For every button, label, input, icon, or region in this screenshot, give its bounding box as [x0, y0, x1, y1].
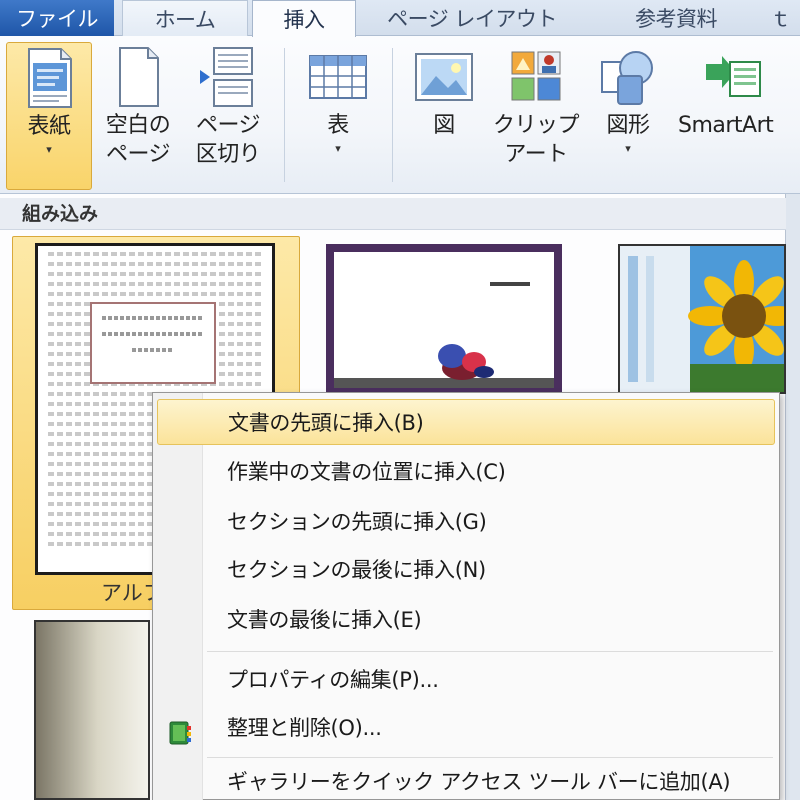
tab-page-layout[interactable]: ページ レイアウト: [356, 0, 588, 36]
shapes-icon: [596, 44, 660, 110]
table-button[interactable]: 表 ▾: [298, 42, 378, 190]
blank-page-icon: [106, 44, 170, 110]
picture-icon: [412, 44, 476, 110]
table-icon: [306, 44, 370, 110]
chevron-down-icon: ▾: [335, 142, 341, 155]
chevron-down-icon: ▾: [46, 143, 52, 156]
ribbon-tab-strip: ファイル ホーム 挿入 ページ レイアウト 参考資料 ｔ: [0, 0, 800, 37]
menu-item-organize-delete[interactable]: 整理と削除(O)...: [157, 705, 775, 751]
smartart-label: SmartArt: [678, 113, 774, 138]
text-line: [48, 282, 262, 286]
shapes-button[interactable]: 図形 ▾: [588, 42, 668, 190]
ribbon-separator: [284, 48, 285, 182]
context-menu: 文書の先頭に挿入(B) 作業中の文書の位置に挿入(C) セクションの先頭に挿入(…: [152, 392, 780, 800]
menu-item-insert-at-section-end[interactable]: セクションの最後に挿入(N): [157, 547, 775, 593]
menu-item-insert-at-end[interactable]: 文書の最後に挿入(E): [157, 597, 775, 643]
page-break-button[interactable]: ページ 区切り: [186, 42, 270, 190]
menu-separator: [207, 757, 773, 758]
title-box: [90, 302, 216, 384]
menu-item-label: ギャラリーをクイック アクセス ツール バーに追加(A): [227, 770, 731, 794]
gallery-item-motion[interactable]: [326, 244, 562, 396]
menu-item-insert-at-section-beginning[interactable]: セクションの先頭に挿入(G): [157, 499, 775, 545]
menu-item-add-to-quick-access[interactable]: ギャラリーをクイック アクセス ツール バーに追加(A): [157, 759, 775, 800]
tab-file[interactable]: ファイル: [0, 0, 114, 36]
menu-item-label: セクションの先頭に挿入(G): [227, 510, 487, 534]
ribbon-insert: 表紙 ▾ 空白の ページ ページ 区切り 表 ▾ 図 クリップ アート 図形 ▾…: [0, 36, 800, 194]
menu-item-label: 文書の最後に挿入(E): [227, 608, 422, 632]
blank-page-button[interactable]: 空白の ページ: [98, 42, 178, 190]
tab-references[interactable]: 参考資料: [588, 0, 764, 36]
chevron-down-icon: ▾: [625, 142, 631, 155]
tab-home[interactable]: ホーム: [122, 0, 248, 36]
cover-page-label: 表紙: [27, 114, 71, 139]
text-line: [102, 316, 204, 320]
tab-mailings-partial[interactable]: ｔ: [770, 0, 800, 36]
clip-art-label-2: アート: [504, 142, 568, 167]
menu-separator: [207, 651, 773, 652]
clip-art-button[interactable]: クリップ アート: [493, 42, 580, 190]
text-line: [48, 292, 262, 296]
organizer-icon: [167, 716, 193, 745]
gallery-item-sunflower[interactable]: [618, 244, 786, 394]
clip-art-label-1: クリップ: [493, 113, 580, 138]
ribbon-separator: [392, 48, 393, 182]
text-line: [48, 272, 262, 276]
sunflower-icon: [620, 246, 784, 392]
menu-item-label: 文書の先頭に挿入(B): [228, 411, 424, 435]
cover-thumbnail-art: [334, 282, 554, 388]
table-label: 表: [327, 113, 349, 138]
gallery-item-gradient[interactable]: [34, 620, 150, 800]
cover-page-button[interactable]: 表紙 ▾: [6, 42, 92, 190]
menu-item-insert-at-beginning[interactable]: 文書の先頭に挿入(B): [157, 399, 775, 445]
clip-art-icon: [504, 44, 568, 110]
gallery-section-title: 組み込み: [0, 198, 786, 230]
smartart-button[interactable]: SmartArt: [674, 42, 800, 190]
text-line: [102, 332, 204, 336]
picture-button[interactable]: 図: [404, 42, 484, 190]
shapes-label: 図形: [606, 113, 650, 138]
tab-insert[interactable]: 挿入: [252, 0, 356, 37]
text-line: [48, 262, 262, 266]
smartart-icon: [700, 44, 764, 110]
text-line: [48, 252, 262, 256]
menu-item-insert-at-current-position[interactable]: 作業中の文書の位置に挿入(C): [157, 449, 775, 495]
page-break-label-2: 区切り: [195, 142, 261, 167]
menu-item-label: プロパティの編集(P)...: [227, 668, 439, 692]
cover-page-icon: [17, 45, 81, 111]
menu-item-label: セクションの最後に挿入(N): [227, 558, 486, 582]
blank-page-label-1: 空白の: [105, 113, 171, 138]
menu-item-edit-properties[interactable]: プロパティの編集(P)...: [157, 657, 775, 703]
picture-label: 図: [433, 113, 455, 138]
text-line: [132, 348, 174, 352]
page-break-label-1: ページ: [195, 113, 261, 138]
menu-item-label: 整理と削除(O)...: [227, 716, 382, 740]
blank-page-label-2: ページ: [105, 142, 171, 167]
page-break-icon: [196, 44, 260, 110]
menu-item-label: 作業中の文書の位置に挿入(C): [227, 460, 506, 484]
